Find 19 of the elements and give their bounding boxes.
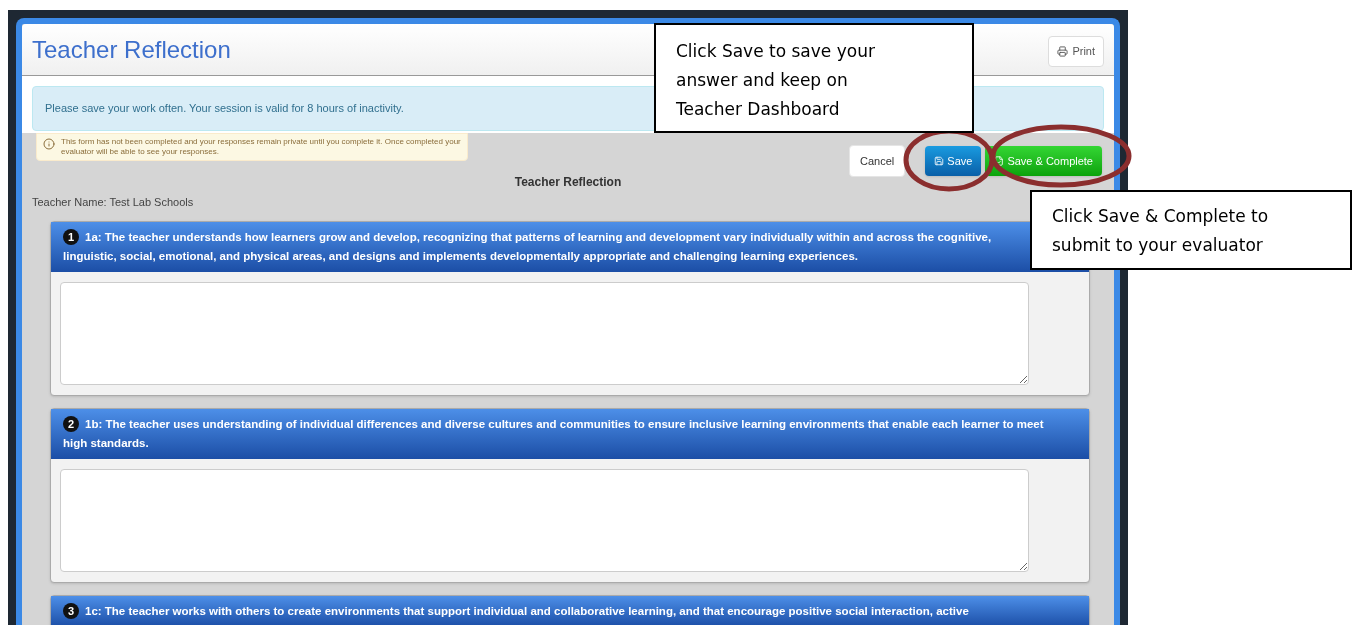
question-text: 3 1c: The teacher works with others to create environments that support individual and collaborative learning, and that encourage positive social interaction, active [63, 601, 999, 621]
cancel-button[interactable]: Cancel [849, 144, 906, 177]
question-text: 2 1b: The teacher uses understanding of individual differences and diverse cultures and communities to ensure inclusive learning environments that enable each learner to meet high standards. [63, 415, 1045, 451]
document-check-icon [994, 155, 1005, 166]
teacher-name: Teacher Name: Test Lab Schools [32, 195, 195, 210]
save-icon [934, 155, 945, 166]
answer-box[interactable] [60, 468, 1029, 572]
question-number: 2 [63, 416, 79, 432]
question-number: 3 [63, 603, 79, 619]
question-number: 1 [63, 229, 79, 245]
info-icon [43, 137, 55, 150]
save-button[interactable]: Save [925, 145, 982, 176]
answer-box[interactable] [60, 281, 1029, 385]
print-button[interactable]: Print [1048, 36, 1104, 67]
form-title: Teacher Reflection [513, 174, 623, 191]
page-title: Teacher Reflection [32, 34, 231, 65]
callout-text: Click Save & Complete to submit to your evaluator [1052, 205, 1270, 257]
form-notice-text: This form has not been completed and your responses remain private until you complete it. Once completed your evaluator will be able to see your responses. [61, 136, 461, 157]
printer-icon [1057, 46, 1069, 57]
